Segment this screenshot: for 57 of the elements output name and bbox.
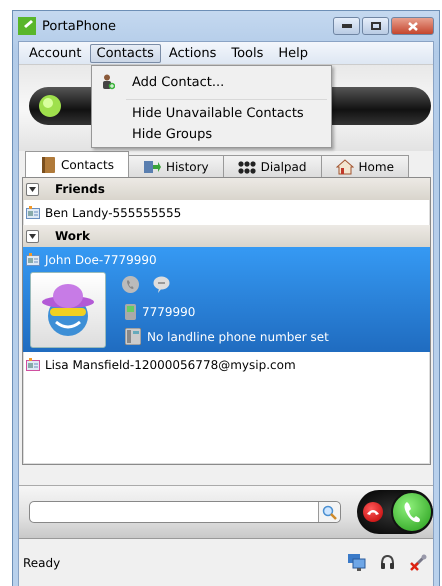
menu-item[interactable]: Account [22,44,88,62]
menu-item[interactable]: Contacts [90,44,161,62]
number-input-field[interactable] [29,501,341,523]
smiley-avatar-icon [40,282,96,338]
maximize-icon [370,22,380,30]
contact-name: Ben Landy-555555555 [45,206,182,220]
menu-option[interactable]: Add Contact... [92,68,331,96]
microphone-muted-icon [409,554,427,572]
screens-icon [348,554,366,571]
contact-card-icon [26,358,40,371]
history-icon [142,160,161,174]
status-text: Ready [23,556,60,570]
menu-item[interactable]: Help [271,44,316,62]
chat-bubble-icon [153,276,170,293]
contact-card-icon [26,253,40,266]
close-button[interactable] [391,17,434,35]
tab[interactable]: Contacts [25,151,129,177]
contact-name: John Doe-7779990 [45,252,157,266]
minimize-button[interactable] [333,17,360,35]
headset-icon [380,555,395,570]
status-light-icon [39,95,61,117]
phone-icon [122,276,139,293]
collapse-arrow-icon [29,186,36,192]
group-name: Work [55,229,90,243]
landline-number: No landline phone number set [147,330,329,344]
menu-option[interactable]: Hide Unavailable Contacts [92,103,331,124]
app-logo-icon [18,17,36,35]
dialpad-icon [238,160,256,174]
expand-toggle[interactable] [26,230,39,242]
collapse-arrow-icon [29,232,36,240]
contact-card-icon [26,206,40,219]
book-icon [40,156,56,172]
search-button[interactable] [318,502,340,522]
expand-toggle[interactable] [26,182,39,196]
desk-phone-icon [125,328,141,345]
hang-up-icon [367,509,379,515]
close-icon [408,22,418,30]
tab[interactable]: Dialpad [222,155,322,177]
menu-item[interactable]: Actions [162,44,224,62]
minimize-icon [342,24,352,28]
add-person-icon [101,74,115,90]
menu-item[interactable]: Tools [224,44,270,62]
hang-up-button[interactable] [363,502,383,522]
phone-icon [402,501,422,523]
call-button[interactable] [391,491,433,533]
window-title: PortaPhone [42,18,116,34]
group-name: Friends [55,182,105,196]
tab[interactable]: History [128,155,224,177]
menu-option[interactable]: Hide Groups [92,124,331,145]
home-icon [336,158,354,174]
selected-contact[interactable]: John Doe-7779990 7779990 No landline phone number set [23,247,430,352]
mobile-phone-icon [125,304,136,320]
maximize-button[interactable] [362,17,389,35]
tab[interactable]: Home [320,155,409,177]
contact-name: Lisa Mansfield-12000056778@mysip.com [45,358,296,372]
search-icon [322,504,337,520]
mobile-number: 7779990 [142,305,196,319]
